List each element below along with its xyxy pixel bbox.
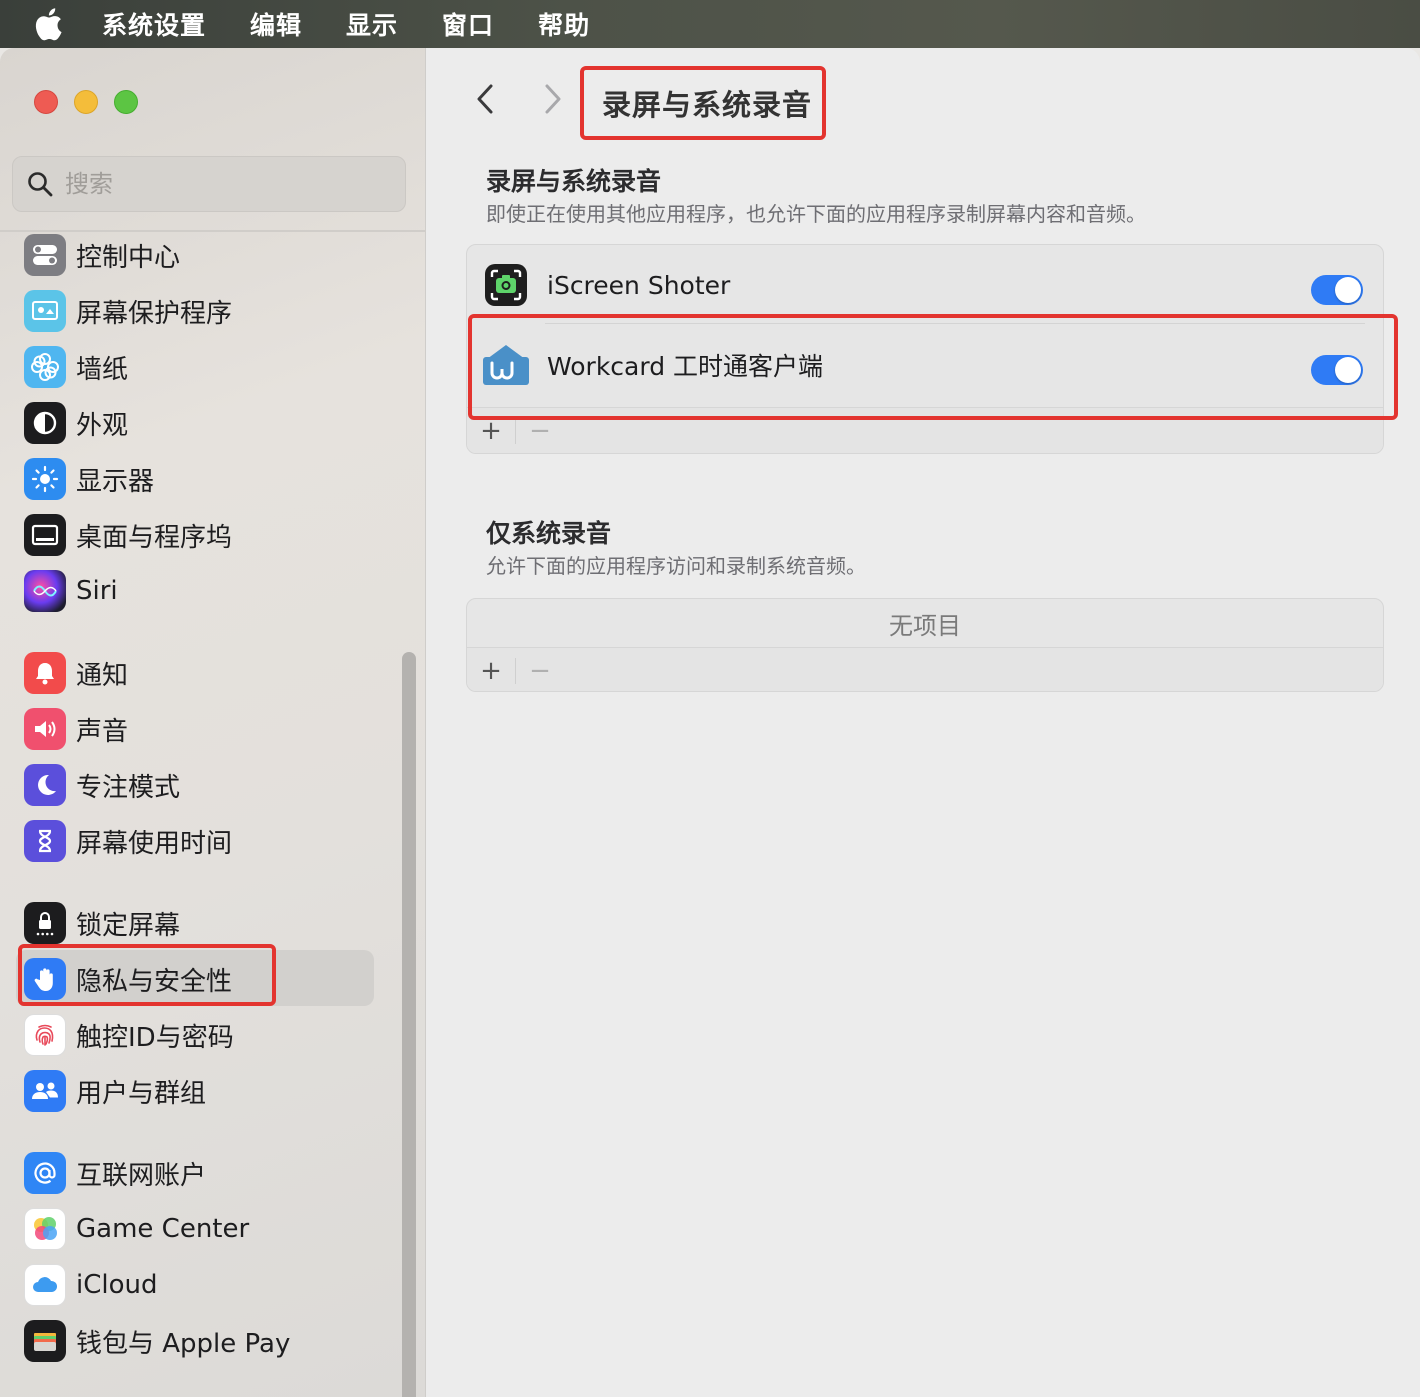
search-input[interactable]	[65, 170, 365, 198]
sidebar-item-label: Siri	[76, 576, 118, 606]
sidebar-item-label: Game Center	[76, 1214, 250, 1244]
sidebar-item-screen-time[interactable]: 屏幕使用时间	[24, 816, 232, 866]
icloud-icon	[24, 1264, 66, 1306]
sidebar-item-label: iCloud	[76, 1270, 158, 1300]
apple-menu-icon[interactable]	[0, 7, 96, 41]
sidebar-item-icloud[interactable]: iCloud	[24, 1260, 158, 1310]
notifications-icon	[24, 652, 66, 694]
sidebar-item-screensaver[interactable]: 屏幕保护程序	[24, 286, 232, 336]
add-app-button[interactable]: +	[467, 653, 515, 689]
menu-help[interactable]: 帮助	[538, 6, 590, 42]
section-description: 允许下面的应用程序访问和录制系统音频。	[486, 554, 866, 578]
internet-accounts-icon	[24, 1152, 66, 1194]
sidebar-item-desktop-dock[interactable]: 桌面与程序坞	[24, 510, 232, 560]
iscreen-shoter-toggle[interactable]	[1311, 275, 1363, 305]
sidebar-item-label: 钱包与 Apple Pay	[76, 1328, 291, 1359]
sidebar-item-label: 屏幕使用时间	[76, 828, 233, 859]
wallpaper-icon	[24, 346, 66, 388]
annotation-highlight-box	[580, 66, 826, 140]
wallet-icon	[24, 1320, 66, 1362]
sidebar-item-label: 桌面与程序坞	[76, 522, 233, 553]
forward-button[interactable]	[538, 82, 568, 116]
desktop-dock-icon	[24, 514, 66, 556]
sound-icon	[24, 708, 66, 750]
sidebar-item-label: 屏幕保护程序	[76, 298, 233, 329]
settings-window: 控制中心 屏幕保护程序	[0, 48, 1420, 1397]
sidebar-item-appearance[interactable]: 外观	[24, 398, 128, 448]
sidebar-item-control-center[interactable]: 控制中心	[24, 230, 180, 280]
remove-app-button[interactable]: −	[516, 653, 564, 689]
sidebar-item-displays[interactable]: 显示器	[24, 454, 154, 504]
app-name: iScreen Shoter	[547, 270, 731, 300]
system-audio-app-list: 无项目 + −	[466, 598, 1384, 692]
sidebar-item-users-groups[interactable]: 用户与群组	[24, 1066, 206, 1116]
iscreen-shoter-icon	[485, 264, 527, 306]
sidebar-item-lock-screen[interactable]: 锁定屏幕	[24, 898, 180, 948]
menu-bar: 系统设置 编辑 显示 窗口 帮助	[0, 0, 1420, 48]
sidebar-item-siri[interactable]: Siri	[24, 566, 118, 616]
sidebar-item-game-center[interactable]: Game Center	[24, 1204, 249, 1254]
sidebar-item-label: 声音	[76, 716, 129, 747]
sidebar-scrollbar[interactable]	[402, 652, 416, 1397]
zoom-button[interactable]	[114, 90, 138, 114]
appearance-icon	[24, 402, 66, 444]
sidebar-item-label: 外观	[76, 410, 129, 441]
list-item: iScreen Shoter	[467, 245, 1383, 325]
chevron-left-icon	[477, 84, 493, 114]
sidebar-item-touch-id[interactable]: 触控ID与密码	[24, 1010, 234, 1060]
sidebar-item-notifications[interactable]: 通知	[24, 648, 128, 698]
close-button[interactable]	[34, 90, 58, 114]
empty-list-label: 无项目	[889, 611, 961, 640]
menu-system-settings[interactable]: 系统设置	[102, 6, 206, 42]
menu-edit[interactable]: 编辑	[250, 6, 302, 42]
touch-id-icon	[24, 1014, 66, 1056]
back-button[interactable]	[470, 82, 500, 116]
sidebar-item-label: 控制中心	[76, 242, 181, 273]
sidebar-item-label: 锁定屏幕	[76, 910, 181, 941]
menu-window[interactable]: 窗口	[442, 6, 494, 42]
lock-screen-icon	[24, 902, 66, 944]
search-field[interactable]	[12, 156, 406, 212]
sidebar-item-label: 显示器	[76, 466, 155, 497]
sidebar-item-sound[interactable]: 声音	[24, 704, 128, 754]
section-description: 即使正在使用其他应用程序，也允许下面的应用程序录制屏幕内容和音频。	[486, 202, 1146, 226]
sidebar-item-focus[interactable]: 专注模式	[24, 760, 180, 810]
sidebar-item-wallpaper[interactable]: 墙纸	[24, 342, 128, 392]
annotation-highlight-box	[468, 314, 1398, 420]
chevron-right-icon	[545, 84, 561, 114]
minimize-button[interactable]	[74, 90, 98, 114]
sidebar-item-label: 用户与群组	[76, 1078, 207, 1109]
users-groups-icon	[24, 1070, 66, 1112]
content-pane: 录屏与系统录音 录屏与系统录音 即使正在使用其他应用程序，也允许下面的应用程序录…	[426, 48, 1420, 1397]
toolbar: 录屏与系统录音	[426, 48, 1420, 152]
screen-time-icon	[24, 820, 66, 862]
screensaver-icon	[24, 290, 66, 332]
game-center-icon	[24, 1208, 66, 1250]
annotation-highlight-box	[18, 944, 276, 1006]
section-title: 录屏与系统录音	[486, 167, 662, 196]
siri-icon	[24, 570, 66, 612]
sidebar: 控制中心 屏幕保护程序	[0, 48, 426, 1397]
search-icon	[28, 172, 53, 197]
control-center-icon	[24, 234, 66, 276]
sidebar-item-label: 触控ID与密码	[76, 1022, 234, 1053]
sidebar-item-label: 通知	[76, 660, 129, 691]
window-controls	[34, 90, 138, 114]
sidebar-item-label: 专注模式	[76, 772, 181, 803]
list-controls: + −	[467, 647, 1383, 691]
sidebar-item-wallet[interactable]: 钱包与 Apple Pay	[24, 1316, 290, 1366]
focus-icon	[24, 764, 66, 806]
section-title: 仅系统录音	[486, 519, 612, 548]
displays-icon	[24, 458, 66, 500]
sidebar-item-label: 墙纸	[76, 354, 129, 385]
sidebar-item-internet-accounts[interactable]: 互联网账户	[24, 1148, 206, 1198]
sidebar-item-label: 互联网账户	[76, 1160, 207, 1191]
menu-view[interactable]: 显示	[346, 6, 398, 42]
